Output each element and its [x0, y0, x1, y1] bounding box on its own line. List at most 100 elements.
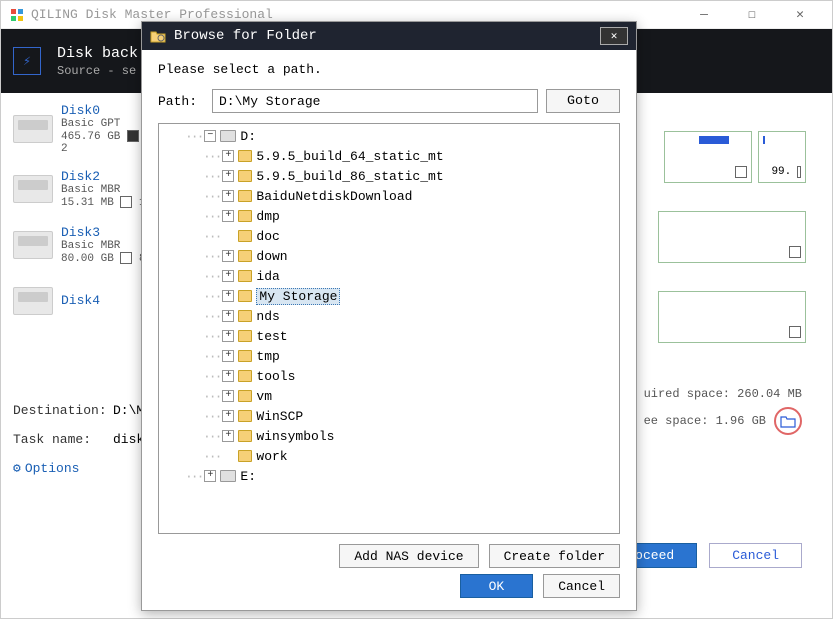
minimize-button[interactable]: — [690, 5, 718, 25]
tree-folder-node[interactable]: ···+5.9.5_build_86_static_mt [159, 166, 619, 186]
tree-node-label: ida [256, 269, 279, 284]
dialog-title: Browse for Folder [174, 28, 317, 44]
tree-folder-node[interactable]: ···work [159, 446, 619, 466]
expand-icon[interactable]: + [222, 310, 234, 322]
close-button[interactable]: ✕ [786, 5, 814, 25]
tree-folder-node[interactable]: ···+tmp [159, 346, 619, 366]
tree-folder-node[interactable]: ···+tools [159, 366, 619, 386]
tree-node-label: D: [240, 129, 256, 144]
disk-size: 465.76 GB 2 [61, 130, 151, 155]
app-title: QILING Disk Master Professional [31, 7, 690, 22]
expand-icon[interactable]: + [204, 470, 216, 482]
tree-folder-node[interactable]: ···+My Storage [159, 286, 619, 306]
tree-drive-node[interactable]: ···+E: [159, 466, 619, 486]
disk-name: Disk0 [61, 103, 151, 118]
browse-folder-dialog: Browse for Folder ✕ Please select a path… [141, 21, 637, 611]
create-folder-button[interactable]: Create folder [489, 544, 620, 568]
folder-icon [238, 310, 252, 322]
cancel-button-main[interactable]: Cancel [709, 543, 802, 568]
expand-icon[interactable]: + [222, 330, 234, 342]
page-title: Disk back [57, 45, 138, 62]
folder-icon [238, 190, 252, 202]
tree-folder-node[interactable]: ···+5.9.5_build_64_static_mt [159, 146, 619, 166]
expand-icon[interactable]: + [222, 270, 234, 282]
maximize-button[interactable]: ☐ [738, 5, 766, 25]
expand-icon[interactable]: + [222, 190, 234, 202]
path-input[interactable] [212, 89, 538, 113]
tree-node-label: tools [256, 369, 295, 384]
goto-button[interactable]: Goto [546, 89, 620, 113]
disk-checkbox[interactable] [127, 130, 139, 142]
expand-icon[interactable]: + [222, 370, 234, 382]
partition-checkbox[interactable] [797, 166, 801, 178]
disk-type: Basic GPT [61, 118, 151, 130]
tree-folder-node[interactable]: ···+vm [159, 386, 619, 406]
taskname-label: Task name: [13, 432, 113, 447]
expand-icon[interactable]: + [222, 210, 234, 222]
partition-box-small[interactable]: 99. [758, 131, 806, 183]
expand-icon[interactable]: + [222, 350, 234, 362]
partition-box[interactable] [658, 291, 806, 343]
disk-icon [13, 231, 53, 259]
expand-icon[interactable]: + [222, 390, 234, 402]
tree-node-label: doc [256, 229, 279, 244]
disk-icon [13, 115, 53, 143]
tree-node-label: WinSCP [256, 409, 303, 424]
tree-folder-node[interactable]: ···+test [159, 326, 619, 346]
folder-icon [238, 330, 252, 342]
partition-box[interactable] [664, 131, 752, 183]
partition-checkbox[interactable] [735, 166, 747, 178]
partition-checkbox[interactable] [789, 326, 801, 338]
tree-drive-node[interactable]: ···−D: [159, 126, 619, 146]
collapse-icon[interactable]: − [204, 130, 216, 142]
page-subtitle: Source - se [57, 64, 138, 78]
no-expander [222, 230, 234, 242]
disk-checkbox[interactable] [120, 252, 132, 264]
tree-folder-node[interactable]: ···+dmp [159, 206, 619, 226]
expand-icon[interactable]: + [222, 170, 234, 182]
disk-icon [13, 287, 53, 315]
tree-folder-node[interactable]: ···+nds [159, 306, 619, 326]
partition-pct: 99. [771, 166, 791, 178]
tree-node-label: dmp [256, 209, 279, 224]
folder-icon [238, 370, 252, 382]
add-nas-button[interactable]: Add NAS device [339, 544, 478, 568]
tree-node-label: tmp [256, 349, 279, 364]
destination-label: Destination: [13, 403, 113, 418]
expand-icon[interactable]: + [222, 150, 234, 162]
cancel-button-dialog[interactable]: Cancel [543, 574, 620, 598]
disk-type: Basic MBR [61, 240, 151, 252]
options-link[interactable]: Options [25, 461, 80, 476]
expand-icon[interactable]: + [222, 430, 234, 442]
drive-icon [220, 130, 236, 142]
ok-button[interactable]: OK [460, 574, 534, 598]
expand-icon[interactable]: + [222, 250, 234, 262]
disk-size: 15.31 MB 1 [61, 196, 151, 209]
expand-icon[interactable]: + [222, 410, 234, 422]
tree-node-label: down [256, 249, 287, 264]
folder-icon [238, 350, 252, 362]
folder-icon [238, 430, 252, 442]
tree-node-label: nds [256, 309, 279, 324]
shield-icon: ⚡ [13, 47, 41, 75]
tree-folder-node[interactable]: ···+ida [159, 266, 619, 286]
tree-node-label: 5.9.5_build_86_static_mt [256, 169, 443, 184]
folder-icon [238, 450, 252, 462]
tree-folder-node[interactable]: ···doc [159, 226, 619, 246]
dialog-close-button[interactable]: ✕ [600, 27, 628, 45]
disk-checkbox[interactable] [120, 196, 132, 208]
folder-icon [238, 210, 252, 222]
tree-node-label: test [256, 329, 287, 344]
tree-folder-node[interactable]: ···+BaiduNetdiskDownload [159, 186, 619, 206]
partition-checkbox[interactable] [789, 246, 801, 258]
expand-icon[interactable]: + [222, 290, 234, 302]
disk-icon [13, 175, 53, 203]
partition-box[interactable] [658, 211, 806, 263]
tree-folder-node[interactable]: ···+WinSCP [159, 406, 619, 426]
tree-folder-node[interactable]: ···+winsymbols [159, 426, 619, 446]
disk-name: Disk2 [61, 169, 151, 184]
folder-tree-scroll[interactable]: ···−D:···+5.9.5_build_64_static_mt···+5.… [159, 124, 619, 533]
folder-icon [238, 230, 252, 242]
tree-folder-node[interactable]: ···+down [159, 246, 619, 266]
folder-icon [238, 410, 252, 422]
